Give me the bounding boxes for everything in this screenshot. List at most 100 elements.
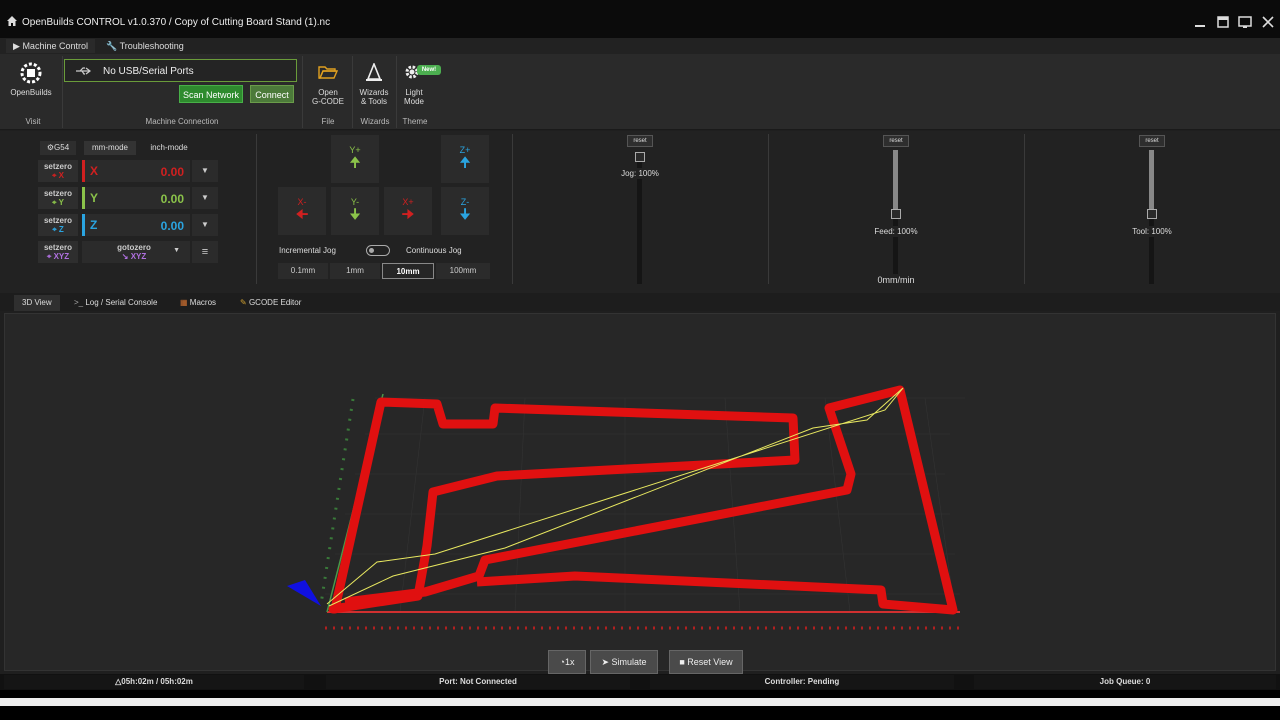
new-badge: New! bbox=[417, 65, 441, 75]
step-100mm-button[interactable]: 100mm bbox=[436, 263, 490, 279]
tool-position-marker bbox=[287, 580, 321, 606]
z-axis-menu-button[interactable]: ▼ bbox=[192, 214, 218, 236]
minimize-icon[interactable] bbox=[1192, 14, 1208, 30]
divider bbox=[62, 56, 63, 128]
job-queue-status: Job Queue: 0 bbox=[974, 675, 1276, 689]
tab-gcode-editor[interactable]: ✎ GCODE Editor bbox=[232, 295, 309, 311]
tool-override-thumb[interactable] bbox=[1147, 209, 1157, 219]
usb-icon bbox=[76, 67, 91, 75]
tool-override-reset-button[interactable]: reset bbox=[1139, 135, 1165, 147]
tab-log-serial-console[interactable]: >_ Log / Serial Console bbox=[66, 295, 165, 311]
light-mode-button[interactable]: New! Light Mode bbox=[400, 60, 444, 108]
step-10mm-button[interactable]: 10mm bbox=[382, 263, 434, 279]
z-position-readout: Z 0.00 bbox=[82, 214, 190, 236]
x-axis-menu-button[interactable]: ▼ bbox=[192, 160, 218, 182]
chevron-down-icon: ▼ bbox=[173, 247, 180, 254]
wrench-icon: 🔧 bbox=[106, 41, 118, 51]
ribbon-tab-bar bbox=[0, 38, 1280, 54]
toolpath-preview bbox=[287, 385, 965, 630]
mm-mode-button[interactable]: mm-mode bbox=[84, 141, 136, 155]
setzero-z-button[interactable]: setzero ⌖ Z bbox=[38, 214, 78, 236]
jog-override-reset-button[interactable]: reset bbox=[627, 135, 653, 147]
inch-mode-button[interactable]: inch-mode bbox=[142, 141, 196, 155]
setzero-all-button[interactable]: setzero ⌖ XYZ bbox=[38, 241, 78, 263]
simulation-speed-button[interactable]: ◔1x bbox=[548, 650, 586, 674]
y-axis-menu-button[interactable]: ▼ bbox=[192, 187, 218, 209]
step-1mm-button[interactable]: 1mm bbox=[330, 263, 380, 279]
connect-button[interactable]: Connect bbox=[250, 85, 294, 103]
incremental-jog-label: Incremental Jog bbox=[279, 246, 336, 255]
scan-network-button[interactable]: Scan Network bbox=[179, 85, 243, 103]
open-gcode-button[interactable]: Open G-CODE bbox=[308, 60, 348, 108]
tab-3d-view[interactable]: 3D View bbox=[14, 295, 60, 311]
y-position-readout: Y 0.00 bbox=[82, 187, 190, 209]
jet-icon: ➤ bbox=[601, 657, 609, 667]
openbuilds-button[interactable]: OpenBuilds bbox=[8, 60, 54, 100]
simulate-button[interactable]: ➤ Simulate bbox=[590, 650, 658, 674]
job-time-status: △05h:02m / 05h:02m bbox=[4, 675, 304, 689]
tab-troubleshooting[interactable]: 🔧 Troubleshooting bbox=[99, 39, 191, 53]
feed-override-fill bbox=[893, 150, 898, 213]
play-icon: ▶ bbox=[13, 41, 20, 51]
taskbar-strip bbox=[0, 690, 1280, 720]
g54-selector[interactable]: ⚙G54 bbox=[40, 141, 76, 155]
feed-override-reset-button[interactable]: reset bbox=[883, 135, 909, 147]
jog-mode-toggle[interactable] bbox=[366, 245, 390, 256]
group-label-machine-connection: Machine Connection bbox=[145, 117, 219, 126]
tab-macros[interactable]: ▦ Macros bbox=[172, 295, 224, 311]
group-label-theme: Theme bbox=[402, 117, 428, 126]
group-label-visit: Visit bbox=[25, 117, 41, 126]
gotozero-button[interactable]: gotozero ↘ XYZ ▼ bbox=[82, 241, 190, 263]
cutting-toolpath bbox=[328, 385, 958, 615]
restore-icon[interactable] bbox=[1215, 14, 1231, 30]
divider bbox=[1024, 134, 1025, 284]
continuous-jog-label: Continuous Jog bbox=[406, 246, 462, 255]
group-label-wizards: Wizards bbox=[360, 117, 390, 126]
jog-override-thumb[interactable] bbox=[635, 152, 645, 162]
maximize-icon[interactable] bbox=[1237, 14, 1253, 30]
divider bbox=[768, 134, 769, 284]
divider bbox=[396, 56, 397, 128]
group-label-file: File bbox=[321, 117, 335, 126]
square-icon: ■ bbox=[679, 657, 685, 667]
wizards-tools-button[interactable]: Wizards & Tools bbox=[356, 60, 392, 108]
step-0-1mm-button[interactable]: 0.1mm bbox=[278, 263, 328, 279]
edit-icon: ✎ bbox=[240, 298, 247, 307]
controller-status: Controller: Pending bbox=[650, 675, 954, 689]
layers-icon[interactable]: ≡ bbox=[192, 241, 218, 263]
terminal-icon: >_ bbox=[74, 298, 84, 307]
feed-override-label: Feed: 100% bbox=[868, 226, 924, 237]
jog-override-label: Jog: 100% bbox=[612, 168, 668, 179]
x-position-readout: X 0.00 bbox=[82, 160, 190, 182]
reset-view-button[interactable]: ■ Reset View bbox=[669, 650, 743, 674]
openbuilds-logo-icon bbox=[20, 62, 42, 84]
window-title: OpenBuilds CONTROL v1.0.370 / Copy of Cu… bbox=[22, 17, 331, 28]
macro-icon: ▦ bbox=[180, 298, 188, 307]
divider bbox=[256, 134, 257, 284]
tool-override-label: Tool: 100% bbox=[1124, 226, 1180, 237]
3d-viewport[interactable] bbox=[4, 313, 1276, 671]
wizard-hat-icon bbox=[366, 63, 382, 81]
arrow-right-icon: 🠊 bbox=[401, 206, 415, 222]
arrow-up-icon: 🠉 bbox=[459, 154, 471, 170]
port-status: Port: Not Connected bbox=[326, 675, 630, 689]
arrow-up-icon: 🠉 bbox=[349, 154, 361, 170]
arrow-down-icon: 🠋 bbox=[459, 206, 471, 222]
feed-override-thumb[interactable] bbox=[891, 209, 901, 219]
setzero-x-button[interactable]: setzero ⌖ X bbox=[38, 160, 78, 182]
jog-x-minus-button[interactable]: X- 🠈 bbox=[278, 187, 326, 235]
jog-z-plus-button[interactable]: Z+ 🠉 bbox=[441, 135, 489, 183]
jog-y-minus-button[interactable]: Y- 🠋 bbox=[331, 187, 379, 235]
arrow-down-icon: 🠋 bbox=[349, 206, 361, 222]
jog-y-plus-button[interactable]: Y+ 🠉 bbox=[331, 135, 379, 183]
divider bbox=[352, 56, 353, 128]
port-select[interactable]: No USB/Serial Ports bbox=[64, 59, 297, 82]
close-icon[interactable] bbox=[1260, 14, 1276, 30]
tool-override-fill bbox=[1149, 150, 1154, 213]
tab-machine-control[interactable]: ▶ Machine Control bbox=[6, 39, 95, 53]
home-icon bbox=[7, 16, 17, 26]
setzero-y-button[interactable]: setzero ⌖ Y bbox=[38, 187, 78, 209]
jog-x-plus-button[interactable]: X+ 🠊 bbox=[384, 187, 432, 235]
jog-z-minus-button[interactable]: Z- 🠋 bbox=[441, 187, 489, 235]
divider bbox=[512, 134, 513, 284]
